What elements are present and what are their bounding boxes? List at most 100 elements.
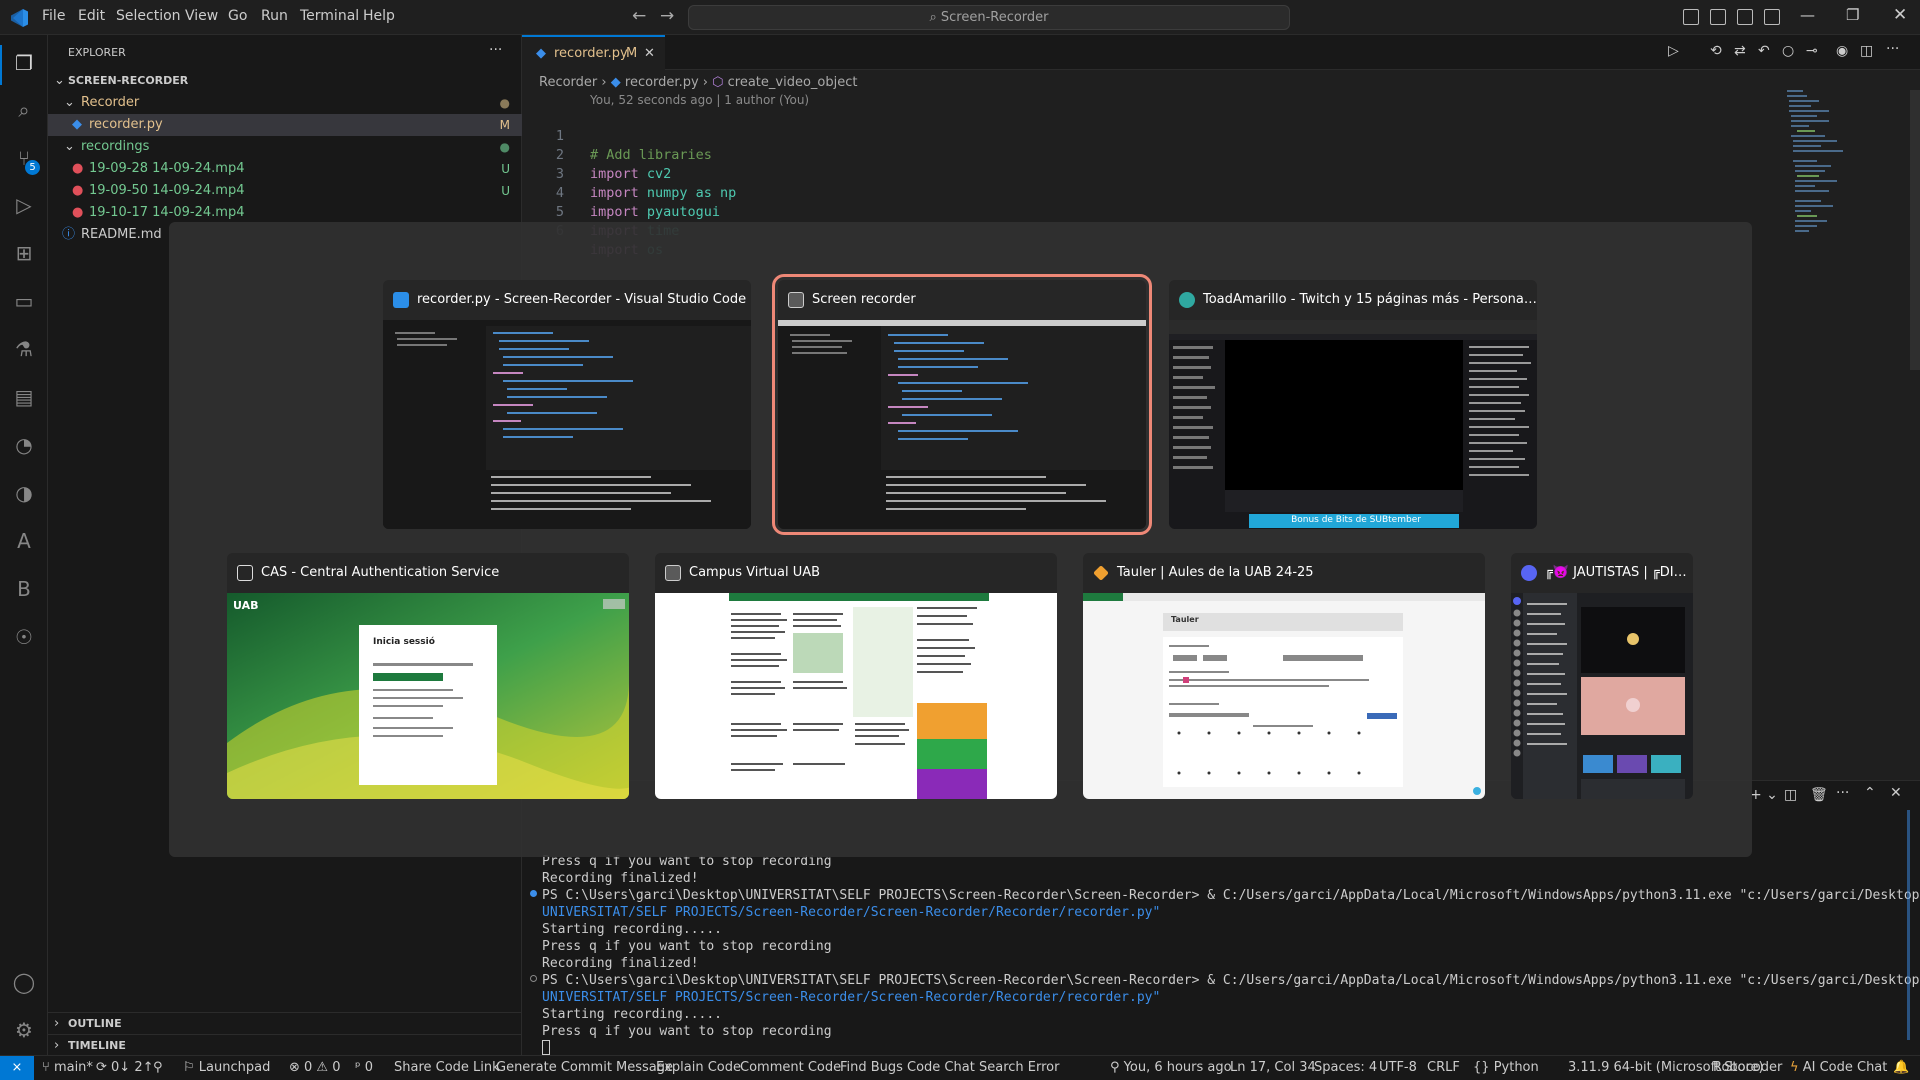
code-line[interactable]: 4 import pyautogui [522,165,1822,220]
timeline-icon[interactable]: ⟲ [1710,43,1722,59]
language-mode[interactable]: {} Python [1473,1060,1539,1075]
comment-code-button[interactable]: Comment Code [740,1060,841,1075]
workspace-root[interactable]: ⌄ SCREEN-RECORDER [48,70,522,92]
trash-icon[interactable]: 🗑 [1810,787,1828,803]
maximize-panel-icon[interactable]: ⌃ [1864,785,1876,801]
problems-indicator[interactable]: ⊗ 0 ⚠ 0 [289,1060,341,1075]
cursor-position[interactable]: Ln 17, Col 34 [1230,1060,1316,1075]
breadcrumb-file[interactable]: recorder.py [625,75,699,90]
editor-scrollbar[interactable] [1910,90,1920,370]
menu-help[interactable]: Help [363,8,395,24]
explain-code-button[interactable]: Explain Code [656,1060,741,1075]
code-line[interactable]: 6 import os [522,203,1822,258]
switcher-window-campus-virtual[interactable]: Campus Virtual UAB [655,553,1057,799]
split-terminal-icon[interactable]: ◫ [1784,787,1797,803]
search-error-button[interactable]: Search Error [979,1060,1059,1075]
notifications-bell-icon[interactable]: 🔔 [1893,1060,1909,1075]
toggle-panel-icon[interactable] [1710,9,1726,25]
new-terminal-icon[interactable]: + ⌄ [1750,787,1778,803]
switcher-window-tauler[interactable]: Tauler | Aules de la UAB 24-25 Tauler [1083,553,1485,799]
remote-indicator-icon[interactable]: ⨯ [0,1056,34,1080]
terminal-cursor[interactable] [542,1040,550,1055]
menu-go[interactable]: Go [228,8,247,24]
encoding[interactable]: UTF-8 [1379,1060,1417,1075]
git-graph-icon[interactable]: ◔ [12,433,36,457]
gitlens-status-icon[interactable]: ⚲ [153,1060,163,1075]
codelens-blame[interactable]: You, 52 seconds ago | 1 author (You) [590,93,809,107]
ai-code-chat-button[interactable]: ϟ AI Code Chat [1790,1060,1887,1075]
menu-view[interactable]: View [185,8,218,24]
gitlens-icon[interactable]: ◑ [12,481,36,505]
menu-run[interactable]: Run [261,8,288,24]
command-center-search[interactable]: ⌕ Screen-Recorder [688,5,1290,30]
switcher-window-screen-recorder[interactable]: Screen recorder [772,274,1152,535]
switcher-window-edge-twitch[interactable]: ToadAmarillo - Twitch y 15 páginas más -… [1169,280,1537,529]
more-actions-icon[interactable]: ··· [1886,41,1899,57]
next-change-icon[interactable]: ⊸ [1806,43,1818,59]
revert-icon[interactable]: ↶ [1758,43,1770,59]
generate-commit-message-button[interactable]: Generate Commit Message [496,1060,673,1075]
timeline-section[interactable]: › TIMELINE [48,1034,522,1056]
remote-explorer-icon[interactable]: ▭ [12,289,36,313]
sync-status[interactable]: ⟳ 0↓ 2↑ [96,1060,154,1075]
folder-icon[interactable]: ▤ [12,385,36,409]
outline-section[interactable]: › OUTLINE [48,1012,522,1034]
customize-layout-icon[interactable] [1764,9,1780,25]
indentation[interactable]: Spaces: 4 [1314,1060,1377,1075]
toggle-secondary-sidebar-icon[interactable] [1737,9,1753,25]
extensions-icon[interactable]: ⊞ [12,241,36,265]
switcher-window-cas[interactable]: CAS - Central Authentication Service UAB… [227,553,629,799]
git-branch[interactable]: ⑂ main* [42,1060,93,1075]
blame-status[interactable]: ⚲ You, 6 hours ago [1110,1060,1232,1075]
commit-icon[interactable]: ○ [1782,43,1794,59]
font-b-icon[interactable]: B [12,577,36,601]
command-running-dot-icon[interactable] [530,975,537,982]
back-arrow-icon[interactable]: ← [632,6,646,26]
toggle-sidebar-icon[interactable] [1683,9,1699,25]
run-python-icon[interactable]: ▷ [1668,43,1679,59]
more-actions-icon[interactable]: ··· [489,42,502,58]
menu-terminal[interactable]: Terminal [300,8,359,24]
find-bugs-button[interactable]: Find Bugs [840,1060,903,1075]
terminal-scrollbar[interactable] [1907,810,1910,1040]
share-code-link-button[interactable]: Share Code Link [394,1060,500,1075]
tree-item-recorder-py[interactable]: ◆ recorder.py M [48,114,522,136]
gitlens-icon[interactable]: ◉ [1836,43,1848,59]
account-icon[interactable]: ◯ [12,970,36,994]
close-tab-icon[interactable]: ✕ [644,37,655,70]
code-line[interactable]: 2 import cv2 [522,127,1822,182]
robot-icon[interactable]: ☉ [12,625,36,649]
tab-recorder-py[interactable]: ◆ recorder.py M ✕ [522,35,665,70]
code-line[interactable]: 5 import time [522,184,1822,239]
settings-gear-icon[interactable]: ⚙ [12,1018,36,1042]
minimap[interactable] [1787,90,1887,260]
explorer-icon[interactable]: ❐ [12,51,36,75]
breadcrumb-symbol[interactable]: create_video_object [728,75,858,90]
ports-indicator[interactable]: ᵖ 0 [355,1060,373,1075]
close-window-icon[interactable]: ✕ [1893,5,1907,25]
close-panel-icon[interactable]: ✕ [1890,785,1902,801]
restore-icon[interactable]: ❐ [1846,6,1859,24]
more-actions-icon[interactable]: ··· [1836,785,1849,801]
menu-file[interactable]: File [42,8,65,24]
tree-item-video-2[interactable]: ● 19-09-50 14-09-24.mp4 U [48,180,522,202]
tree-item-video-3[interactable]: ● 19-10-17 14-09-24.mp4 [48,202,522,224]
split-editor-icon[interactable]: ◫ [1860,43,1873,59]
code-chat-button[interactable]: Code Chat [907,1060,975,1075]
testing-icon[interactable]: ⚗ [12,337,36,361]
switcher-window-discord[interactable]: ╔👿 JAUTISTAS | ╔DIAB... [1511,553,1693,799]
menu-selection[interactable]: Selection [116,8,181,24]
forward-arrow-icon[interactable]: → [660,6,674,26]
search-icon[interactable]: ⌕ [12,98,36,122]
breadcrumb-folder[interactable]: Recorder [539,75,597,90]
tree-item-recordings-folder[interactable]: ⌄ recordings ● [48,136,522,158]
robocoder-button[interactable]: Robocoder [1713,1060,1782,1075]
minimize-icon[interactable]: — [1800,6,1815,24]
tree-item-video-1[interactable]: ● 19-09-28 14-09-24.mp4 U [48,158,522,180]
font-a-icon[interactable]: A [12,529,36,553]
line-endings[interactable]: CRLF [1427,1060,1460,1075]
code-line[interactable]: 1 # Add libraries [522,108,1822,163]
run-debug-icon[interactable]: ▷ [12,193,36,217]
code-line[interactable]: 3 import numpy as np [522,146,1822,201]
compare-icon[interactable]: ⇄ [1734,43,1746,59]
